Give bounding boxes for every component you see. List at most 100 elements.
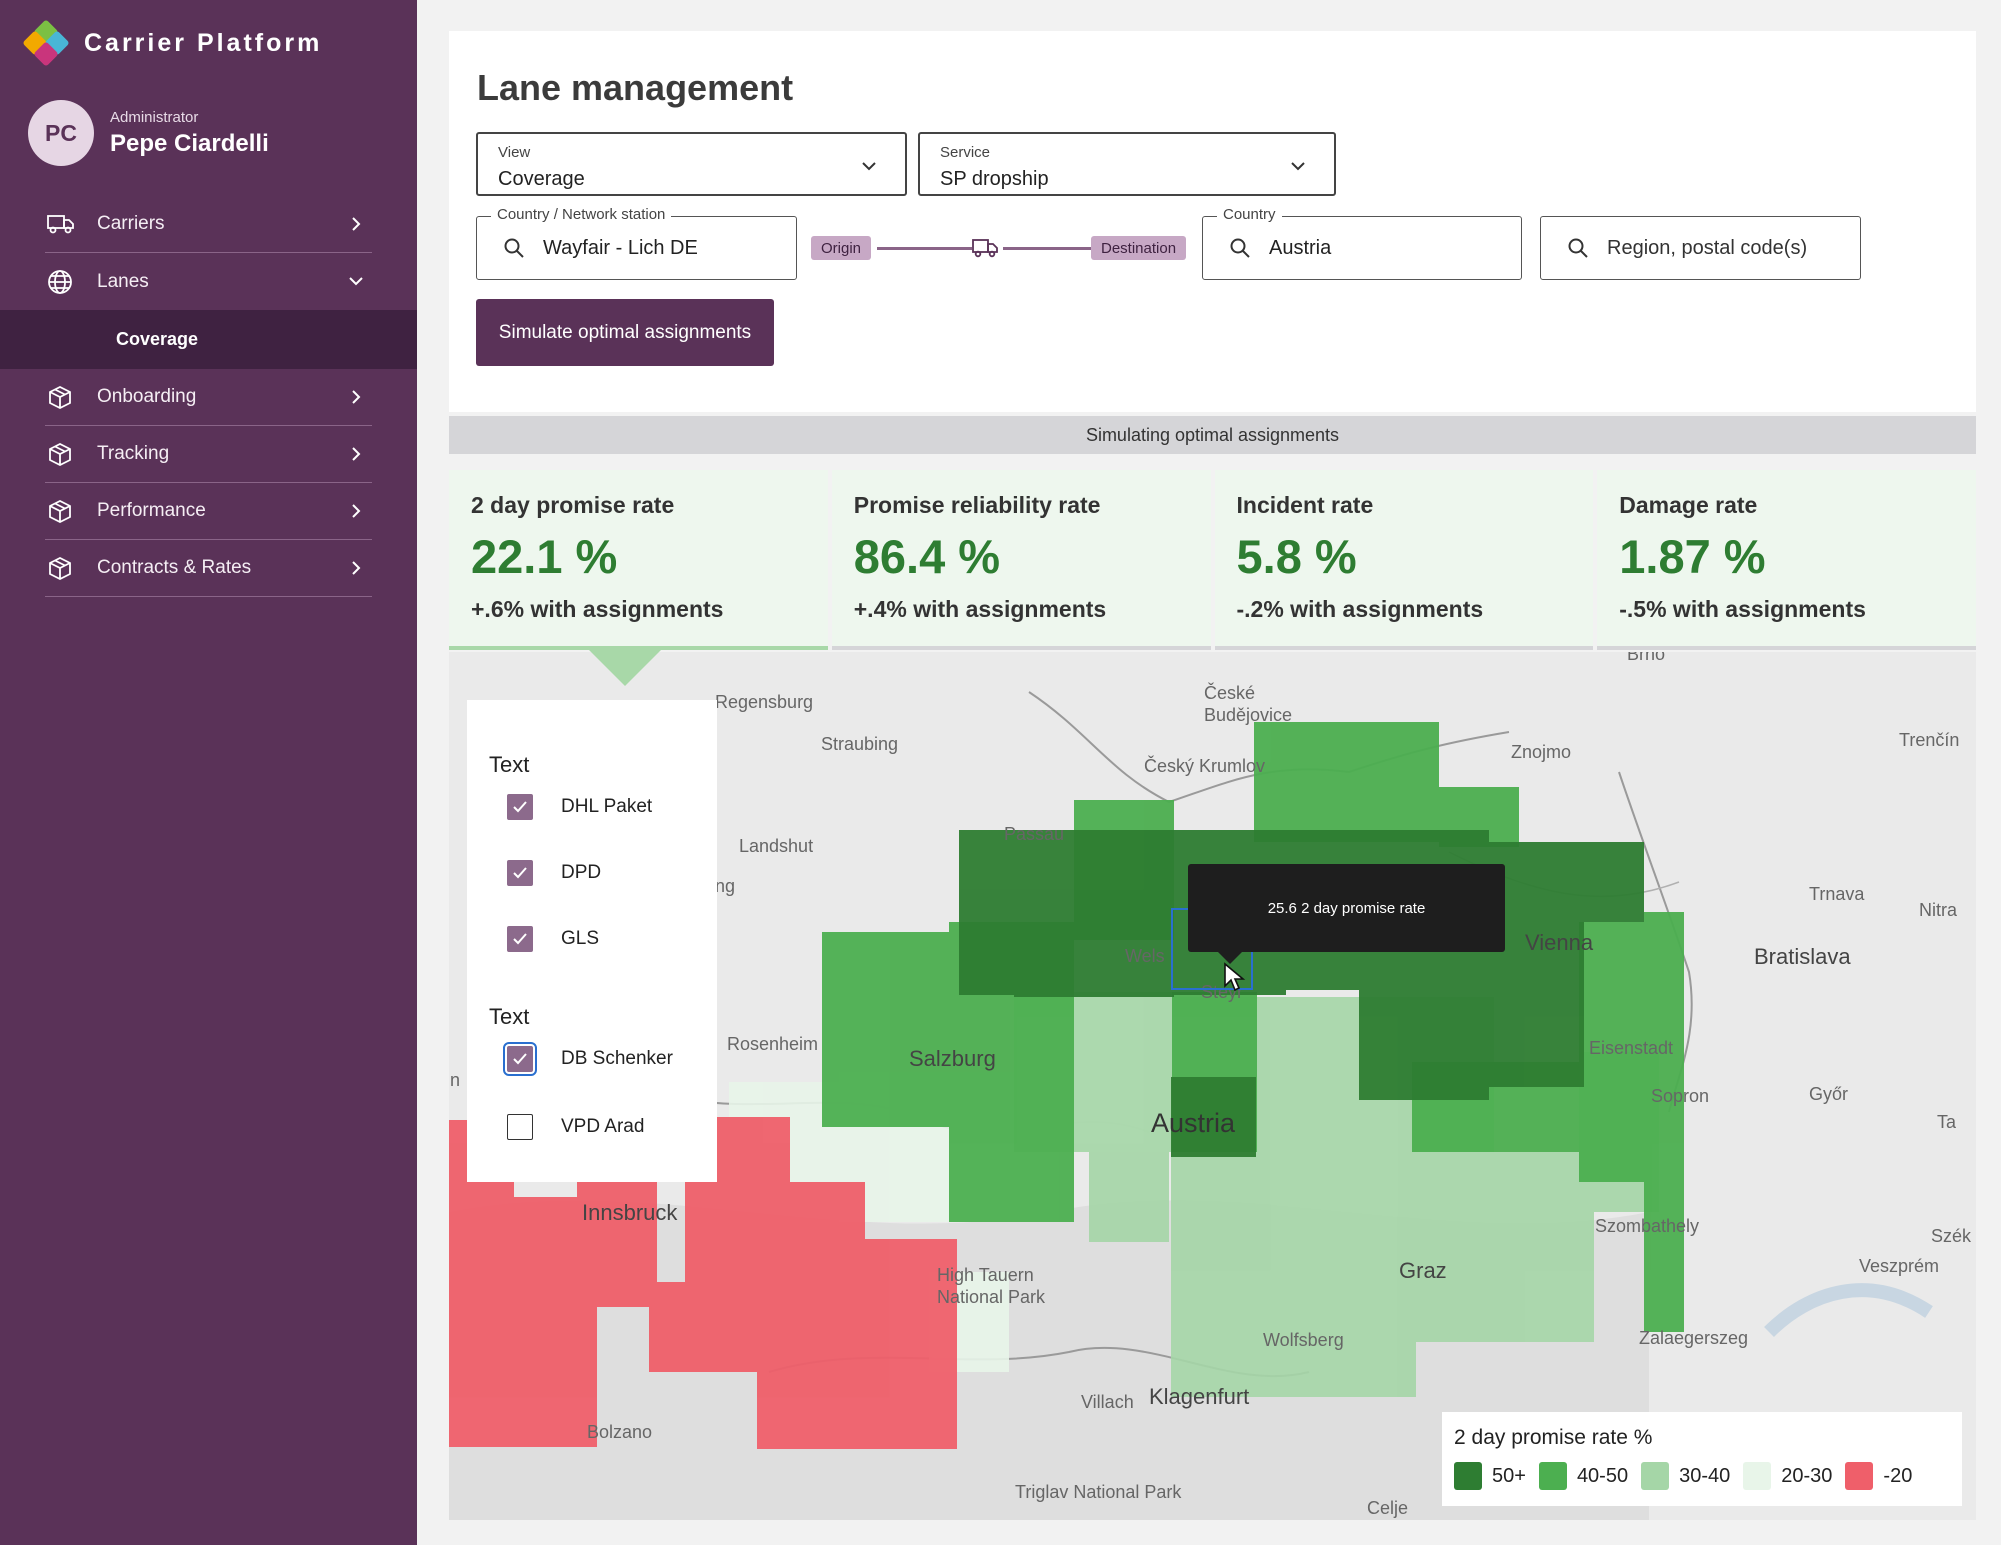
map-place-label: České Budějovice <box>1204 683 1293 725</box>
legend-label: 30-40 <box>1679 1464 1731 1487</box>
legend-label: -20 <box>1883 1464 1913 1487</box>
legend-swatch <box>1538 1462 1567 1490</box>
filter-group-title: Text <box>489 1004 530 1029</box>
checkbox-unchecked-icon <box>507 1114 533 1140</box>
legend-label: 50+ <box>1492 1464 1526 1487</box>
kpi-value: 22.1 % <box>471 530 618 583</box>
kpi-delta: -.2% with assignments <box>1236 596 1484 622</box>
map-place-label: Győr <box>1809 1084 1849 1104</box>
checkbox-checked-icon <box>503 1042 537 1076</box>
chevron-right-icon <box>352 504 361 518</box>
sidebar-item-contracts-rates[interactable]: Contracts & Rates <box>45 540 372 597</box>
chevron-down-icon <box>862 162 876 171</box>
map-place-label: Bolzano <box>587 1422 653 1442</box>
legend-label: 20-30 <box>1781 1464 1833 1487</box>
sidebar-item-tracking[interactable]: Tracking <box>45 426 372 483</box>
legend-title: 2 day promise rate % <box>1454 1426 1653 1449</box>
brand[interactable]: Carrier Platform <box>22 19 322 67</box>
lane-management-panel: Lane management View Coverage Service SP… <box>449 31 1976 412</box>
sidebar-item-label: Lanes <box>97 270 149 292</box>
sidebar-item-performance[interactable]: Performance <box>45 483 372 540</box>
page-title: Lane management <box>477 67 794 108</box>
kpi-title: 2 day promise rate <box>471 492 675 518</box>
region-search-input[interactable]: Region, postal code(s) <box>1540 216 1861 280</box>
map-place-label: Klagenfurt <box>1149 1384 1250 1409</box>
search-icon <box>1568 238 1588 258</box>
map-place-label: Bratislava <box>1754 944 1851 969</box>
service-select[interactable]: Service SP dropship <box>918 132 1336 196</box>
user-name: Pepe Ciardelli <box>110 129 269 157</box>
legend-item: -20 <box>1845 1462 1912 1490</box>
kpi-card-damage-rate[interactable]: Damage rate 1.87 % -.5% with assignments <box>1597 470 1976 650</box>
map-place-label: Salzburg <box>909 1046 996 1071</box>
map-place-label: Wels <box>1125 946 1165 966</box>
legend-item: 50+ <box>1454 1462 1526 1490</box>
map-place-label: Nitra <box>1919 900 1958 920</box>
map-place-label: Zalaegerszeg <box>1639 1328 1749 1348</box>
sidebar-item-lanes[interactable]: Lanes <box>45 253 372 310</box>
map-place-label: Veszprém <box>1859 1256 1940 1276</box>
legend-swatch <box>1454 1462 1482 1490</box>
route-indicator: Origin Destination <box>811 233 1194 263</box>
kpi-value: 5.8 % <box>1236 530 1357 583</box>
sidebar-item-label: Contracts & Rates <box>97 557 252 578</box>
sidebar-item-onboarding[interactable]: Onboarding <box>45 369 372 426</box>
kpi-delta: -.5% with assignments <box>1619 596 1866 622</box>
checkbox-db-schenker[interactable]: DB Schenker <box>503 1042 673 1076</box>
sidebar-item-carriers[interactable]: Carriers <box>45 196 372 253</box>
map-place-label: Znojmo <box>1511 742 1572 762</box>
chevron-down-icon <box>1291 162 1305 171</box>
map-legend: 2 day promise rate % 50+ 40-50 30-40 20-… <box>1442 1412 1962 1506</box>
checkbox-label: DB Schenker <box>561 1048 673 1069</box>
coverage-map[interactable]: Regensburg Straubing České Budějovice Zn… <box>449 652 1976 1520</box>
checkbox-dhl-paket[interactable]: DHL Paket <box>507 794 652 820</box>
map-place-label: Passau <box>1004 824 1065 844</box>
kpi-delta: +.4% with assignments <box>853 596 1107 622</box>
simulate-optimal-assignments-button[interactable]: Simulate optimal assignments <box>476 299 774 366</box>
checkbox-checked-icon <box>507 926 533 952</box>
checkbox-vpd-arad[interactable]: VPD Arad <box>507 1114 644 1140</box>
sidebar-item-label: Carriers <box>97 213 165 234</box>
sidebar-item-label: Performance <box>97 500 206 521</box>
kpi-card-incident-rate[interactable]: Incident rate 5.8 % -.2% with assignment… <box>1214 470 1594 650</box>
map-place-label: Eisenstadt <box>1589 1038 1674 1058</box>
checkbox-dpd[interactable]: DPD <box>507 860 601 886</box>
map-place-label: Szék <box>1931 1226 1972 1246</box>
service-select-value: SP dropship <box>940 168 1049 190</box>
country-label: Country <box>1217 206 1282 223</box>
chevron-right-icon <box>352 561 361 575</box>
map-place-label: ng <box>715 876 736 896</box>
map-place-label: Szombathely <box>1595 1216 1700 1236</box>
checkbox-label: DPD <box>561 862 602 883</box>
origin-pill: Origin <box>811 236 872 260</box>
view-select[interactable]: View Coverage <box>476 132 907 196</box>
kpi-selected-indicator <box>589 650 661 686</box>
legend-swatch <box>1743 1462 1772 1490</box>
checkbox-gls[interactable]: GLS <box>507 926 599 952</box>
map-place-label: Trnava <box>1809 884 1865 904</box>
kpi-title: Promise reliability rate <box>853 492 1101 518</box>
search-icon <box>1230 238 1250 258</box>
mouse-pointer-icon <box>1224 962 1246 992</box>
legend-item: 30-40 <box>1641 1462 1730 1490</box>
kpi-card-2-day-promise-rate[interactable]: 2 day promise rate 22.1 % +.6% with assi… <box>449 470 828 686</box>
chevron-right-icon <box>352 447 361 461</box>
route-line <box>1003 247 1095 250</box>
simulation-status-banner: Simulating optimal assignments <box>449 416 1976 454</box>
region-search-placeholder: Region, postal code(s) <box>1607 237 1808 259</box>
map-place-label: Villach <box>1081 1392 1134 1412</box>
kpi-card-promise-reliability-rate[interactable]: Promise reliability rate 86.4 % +.4% wit… <box>831 470 1211 650</box>
destination-pill: Destination <box>1091 236 1187 260</box>
map-place-label: Celje <box>1367 1498 1409 1518</box>
user-profile[interactable]: PC Administrator Pepe Ciardelli <box>28 100 269 166</box>
user-role: Administrator <box>110 108 199 126</box>
checkbox-label: VPD Arad <box>561 1116 645 1137</box>
origin-station-field[interactable]: Country / Network station Wayfair - Lich… <box>476 206 797 280</box>
sidebar: Carrier Platform PC Administrator Pepe C… <box>0 0 417 1545</box>
country-field[interactable]: Country Austria <box>1202 206 1522 280</box>
map-place-label: High Tauern National Park <box>937 1265 1046 1307</box>
kpi-title: Incident rate <box>1236 492 1374 518</box>
sidebar-subitem-coverage[interactable]: Coverage <box>0 310 417 369</box>
map-place-label: Ta <box>1937 1112 1957 1132</box>
box-icon <box>47 384 79 410</box>
